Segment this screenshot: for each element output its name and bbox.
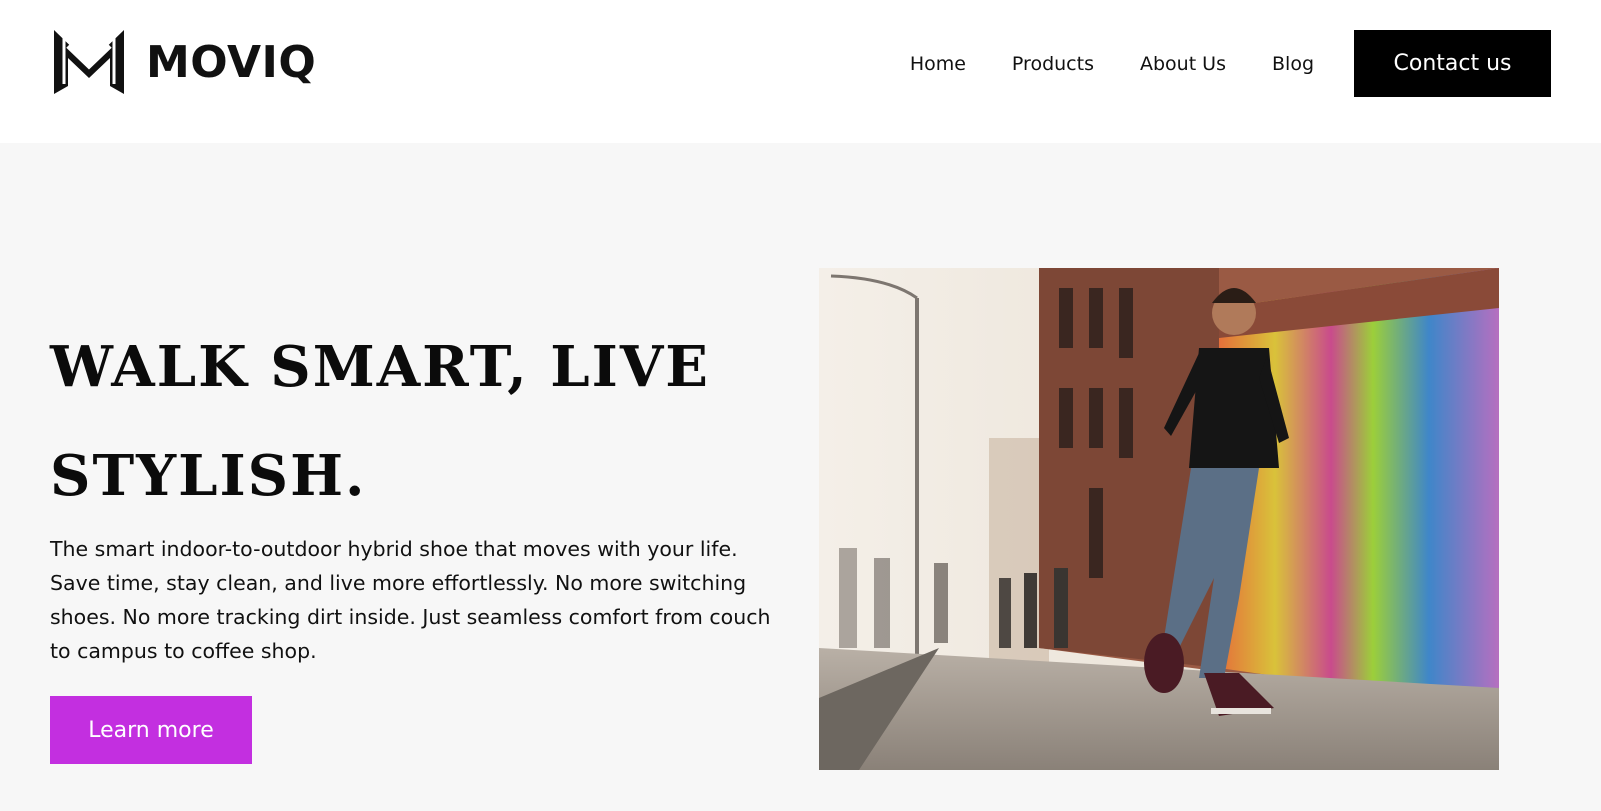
man-walking-on-city-sidewalk-photo — [819, 268, 1499, 770]
hero-section: WALK SMART, LIVE STYLISH. The smart indo… — [0, 143, 1601, 811]
hero-description: The smart indoor-to-outdoor hybrid shoe … — [50, 537, 771, 663]
moviq-m-logo-icon — [50, 26, 128, 98]
hero-title: WALK SMART, LIVE STYLISH. — [50, 313, 750, 531]
nav-link-home[interactable]: Home — [910, 53, 966, 75]
hero-image — [819, 268, 1499, 770]
site-header: MOVIQ Home Products About Us Blog Contac… — [0, 0, 1601, 143]
main-nav: Home Products About Us Blog Contact us — [910, 30, 1551, 97]
nav-link-about-us[interactable]: About Us — [1140, 53, 1226, 75]
learn-more-button[interactable]: Learn more — [50, 696, 252, 764]
nav-link-blog[interactable]: Blog — [1272, 53, 1314, 75]
hero-title-line-1: WALK SMART, LIVE — [50, 334, 710, 400]
brand-name: MOVIQ — [146, 36, 317, 88]
nav-link-products[interactable]: Products — [1012, 53, 1094, 75]
brand-logo[interactable]: MOVIQ — [50, 14, 332, 110]
hero-title-line-2: STYLISH. — [50, 443, 367, 509]
contact-us-button[interactable]: Contact us — [1354, 30, 1551, 97]
